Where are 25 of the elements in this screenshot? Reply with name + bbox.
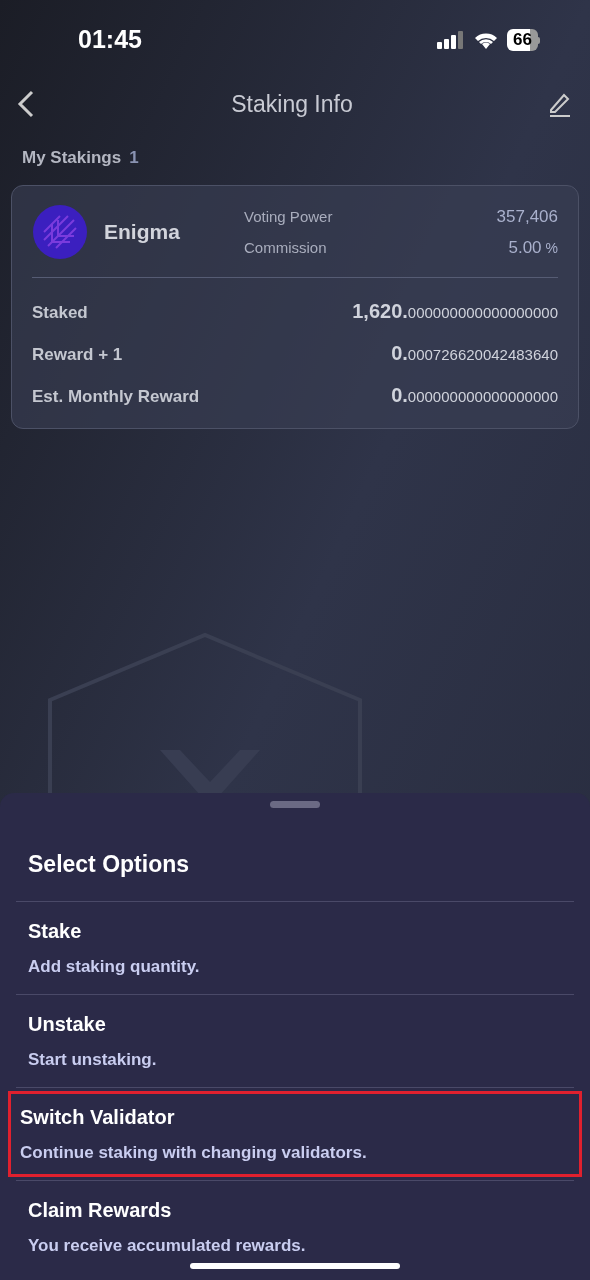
sheet-title: Select Options <box>27 850 191 879</box>
amount-label: Staked <box>32 301 88 324</box>
status-time: 01:45 <box>78 24 142 56</box>
validator-card[interactable]: Enigma Voting Power 357,406 Commission 5.00 % Staked 1,620.000000000000000000 Reward + 1 0.000726620042483640 Est. Monthly Reward 0.000000000000000000 <box>11 184 579 429</box>
option-item[interactable]: Unstake Start unstaking. <box>16 998 574 1084</box>
page-title: Staking Info <box>231 89 353 119</box>
option-item[interactable]: Switch Validator Continue staking with changing validators. <box>8 1091 582 1177</box>
option-item[interactable]: Stake Add staking quantity. <box>16 905 574 991</box>
amount-label: Est. Monthly Reward <box>32 385 200 408</box>
amount-value: 1,620.000000000000000000 <box>352 298 558 324</box>
validator-logo-icon <box>32 204 88 260</box>
drag-handle[interactable] <box>270 801 320 808</box>
stat-label: Voting Power <box>244 206 333 227</box>
amount-value: 0.000000000000000000 <box>391 382 558 408</box>
stakings-count: 1 <box>129 147 139 169</box>
stat-value: 357,406 <box>496 205 558 228</box>
section-title: My Stakings <box>22 147 122 169</box>
option-item[interactable]: Claim Rewards You receive accumulated rewards. <box>16 1184 574 1270</box>
signal-icon <box>437 31 466 49</box>
stat-label: Commission <box>244 238 327 258</box>
amount-value: 0.000726620042483640 <box>391 340 558 366</box>
amount-label: Reward + 1 <box>32 343 123 366</box>
stat-value: 5.00 % <box>508 237 558 259</box>
battery-indicator: 66 <box>507 29 538 51</box>
validator-name: Enigma <box>104 219 181 246</box>
